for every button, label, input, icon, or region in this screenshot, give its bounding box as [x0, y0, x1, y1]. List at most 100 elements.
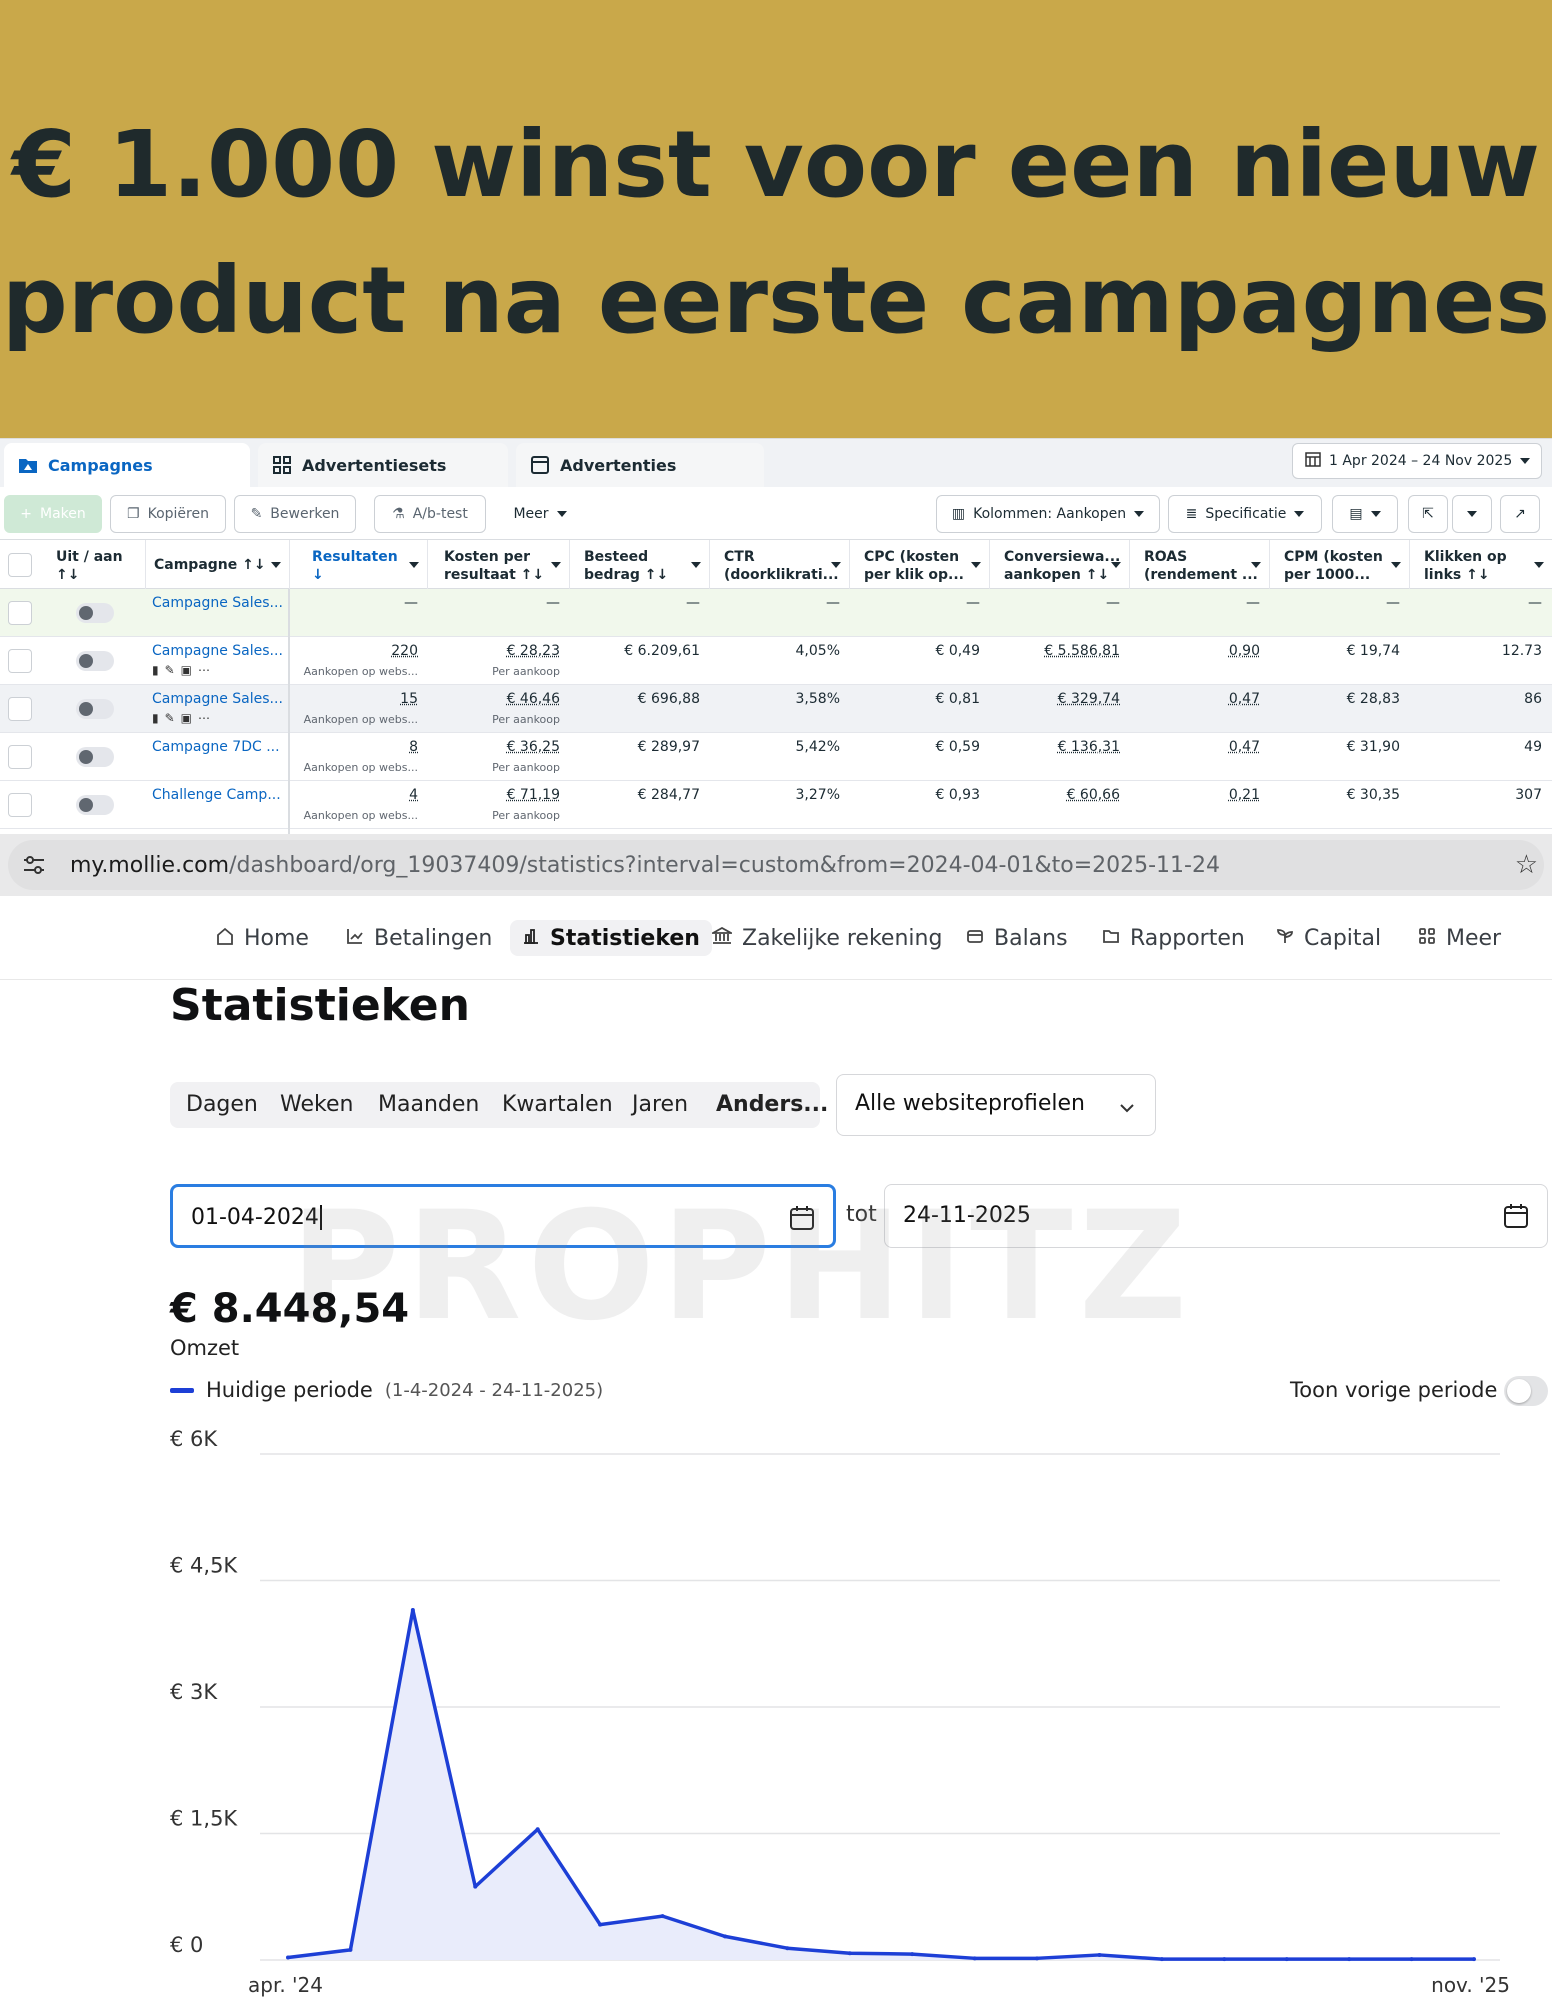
campaign-toggle[interactable] [76, 699, 114, 719]
table-row[interactable]: Challenge Camp... 4 € 71,19 € 284,77 3,27% € … [0, 781, 1552, 829]
campaign-toggle[interactable] [76, 747, 114, 767]
col-toggle[interactable]: Uit / aan ↑↓ [48, 540, 146, 590]
nav-label: Balans [994, 925, 1068, 951]
campaign-toggle[interactable] [76, 651, 114, 671]
breakdown-button[interactable]: ≣ Specificatie [1168, 495, 1322, 533]
date-range-picker[interactable]: 1 Apr 2024 – 24 Nov 2025 [1292, 443, 1542, 479]
url-field[interactable]: my.mollie.com/dashboard/org_19037409/sta… [8, 840, 1544, 890]
to-date-input[interactable]: 24-11-2025 [884, 1184, 1548, 1248]
export-menu-button[interactable] [1452, 495, 1492, 533]
ads-manager-panel: Campagnes Advertentiesets Advertenties 1… [0, 438, 1552, 835]
row-checkbox[interactable] [8, 793, 32, 817]
export-button[interactable]: ⇱ [1408, 495, 1448, 533]
more-button[interactable]: Meer [500, 495, 580, 533]
nav-item-balance[interactable]: Balans [966, 920, 1068, 956]
data-point[interactable] [348, 1947, 353, 1952]
col-cost-per-result[interactable]: Kosten per resultaat ↑↓ [436, 540, 570, 590]
nav-item-business-account[interactable]: Zakelijke rekening [709, 920, 942, 956]
col-results[interactable]: Resultaten ↓ [304, 540, 428, 590]
nav-item-statistics[interactable]: Statistieken [510, 920, 712, 956]
charts-button[interactable]: ↗ [1500, 495, 1540, 533]
edit-button[interactable]: ✎ Bewerken [234, 495, 356, 533]
table-row[interactable]: Campagne Sales... ▮✎▣⋯ 220 € 28,23 € 6.209,6… [0, 637, 1552, 685]
data-point[interactable] [1409, 1957, 1414, 1962]
row-checkbox[interactable] [8, 601, 32, 625]
data-point[interactable] [910, 1952, 915, 1957]
data-point[interactable] [1035, 1956, 1040, 1961]
row-actions-icons[interactable]: ▮✎▣⋯ [152, 663, 216, 677]
col-campaign-label: Campagne ↑↓ [154, 557, 266, 573]
ab-test-button[interactable]: ⚗ A/b-test [374, 495, 486, 533]
url-text: my.mollie.com/dashboard/org_19037409/sta… [70, 853, 1220, 878]
data-point[interactable] [847, 1951, 852, 1956]
data-point[interactable] [1097, 1952, 1102, 1957]
table-row[interactable]: Campagne 7DC ... 8 € 36,25 € 289,97 5,42% € 0… [0, 733, 1552, 781]
website-profile-select[interactable]: Alle websiteprofielen [836, 1074, 1156, 1136]
data-point[interactable] [286, 1955, 290, 1960]
col-cpm[interactable]: CPM (kosten per 1000... [1276, 540, 1410, 590]
folder-icon [1102, 926, 1120, 951]
calendar-icon[interactable] [1503, 1203, 1529, 1229]
table-row[interactable]: Campagne Sales... ▮✎▣⋯ 15 € 46,46 € 696,88 3,… [0, 685, 1552, 733]
col-campaign[interactable]: Campagne ↑↓ [146, 540, 290, 590]
period-weeks[interactable]: Weken [280, 1092, 353, 1117]
col-link-clicks[interactable]: Klikken op links ↑↓ [1416, 540, 1552, 590]
row-checkbox[interactable] [8, 649, 32, 673]
period-custom[interactable]: Anders... [716, 1092, 828, 1117]
data-point[interactable] [1222, 1957, 1227, 1962]
data-point[interactable] [410, 1608, 415, 1613]
period-quarters[interactable]: Kwartalen [502, 1092, 613, 1117]
copy-button[interactable]: ❐ Kopiëren [110, 495, 226, 533]
tab-campaigns[interactable]: Campagnes [4, 443, 250, 487]
columns-button[interactable]: ▥ Kolommen: Aankopen [936, 495, 1160, 533]
data-point[interactable] [785, 1946, 790, 1951]
campaign-name-link[interactable]: Campagne Sales... [152, 643, 283, 659]
nav-item-capital[interactable]: Capital [1276, 920, 1381, 956]
tab-ads[interactable]: Advertenties [516, 443, 764, 487]
table-row[interactable]: Campagne Sales... — — — — — — — — — [0, 589, 1552, 637]
select-all-checkbox[interactable] [8, 553, 32, 577]
row-checkbox[interactable] [8, 697, 32, 721]
period-days[interactable]: Dagen [186, 1092, 258, 1117]
nav-item-more[interactable]: Meer [1418, 920, 1501, 956]
cell-ctr: 5,42% [795, 739, 840, 755]
data-point[interactable] [1472, 1957, 1476, 1962]
campaign-name-link[interactable]: Campagne Sales... [152, 595, 283, 611]
calendar-icon[interactable] [789, 1205, 815, 1231]
col-ctr[interactable]: CTR (doorklikrati... [716, 540, 850, 590]
data-point[interactable] [473, 1884, 478, 1889]
data-point[interactable] [1159, 1957, 1164, 1962]
campaign-toggle[interactable] [76, 795, 114, 815]
nav-item-home[interactable]: Home [216, 920, 309, 956]
from-date-input[interactable]: 01-04-2024 [170, 1184, 836, 1248]
period-months[interactable]: Maanden [378, 1092, 479, 1117]
bookmark-star-icon[interactable]: ☆ [1515, 850, 1538, 880]
cell-cpm: € 31,90 [1346, 739, 1400, 755]
campaign-toggle[interactable] [76, 603, 114, 623]
row-checkbox[interactable] [8, 745, 32, 769]
tab-adsets[interactable]: Advertentiesets [258, 443, 508, 487]
col-conversion-value[interactable]: Conversiewa... aankopen ↑↓ [996, 540, 1130, 590]
data-point[interactable] [535, 1827, 540, 1832]
data-point[interactable] [1284, 1957, 1289, 1962]
reports-button[interactable]: ▤ [1332, 495, 1398, 533]
col-cpc[interactable]: CPC (kosten per klik op... [856, 540, 990, 590]
create-button[interactable]: + Maken [4, 495, 102, 533]
period-years[interactable]: Jaren [632, 1092, 688, 1117]
previous-period-label: Toon vorige periode [1290, 1378, 1498, 1402]
campaign-name-link[interactable]: Campagne 7DC ... [152, 739, 280, 755]
col-roas[interactable]: ROAS (rendement ... [1136, 540, 1270, 590]
data-point[interactable] [722, 1934, 727, 1939]
data-point[interactable] [598, 1922, 603, 1927]
data-point[interactable] [972, 1956, 977, 1961]
data-point[interactable] [1347, 1957, 1352, 1962]
campaign-name-link[interactable]: Challenge Camp... [152, 787, 281, 803]
site-settings-icon[interactable] [22, 854, 46, 880]
nav-item-reports[interactable]: Rapporten [1102, 920, 1245, 956]
nav-item-payments[interactable]: Betalingen [346, 920, 492, 956]
row-actions-icons[interactable]: ▮✎▣⋯ [152, 711, 216, 725]
data-point[interactable] [660, 1914, 665, 1919]
text-cursor [319, 1205, 322, 1230]
campaign-name-link[interactable]: Campagne Sales... [152, 691, 283, 707]
col-spent[interactable]: Besteed bedrag ↑↓ [576, 540, 710, 590]
